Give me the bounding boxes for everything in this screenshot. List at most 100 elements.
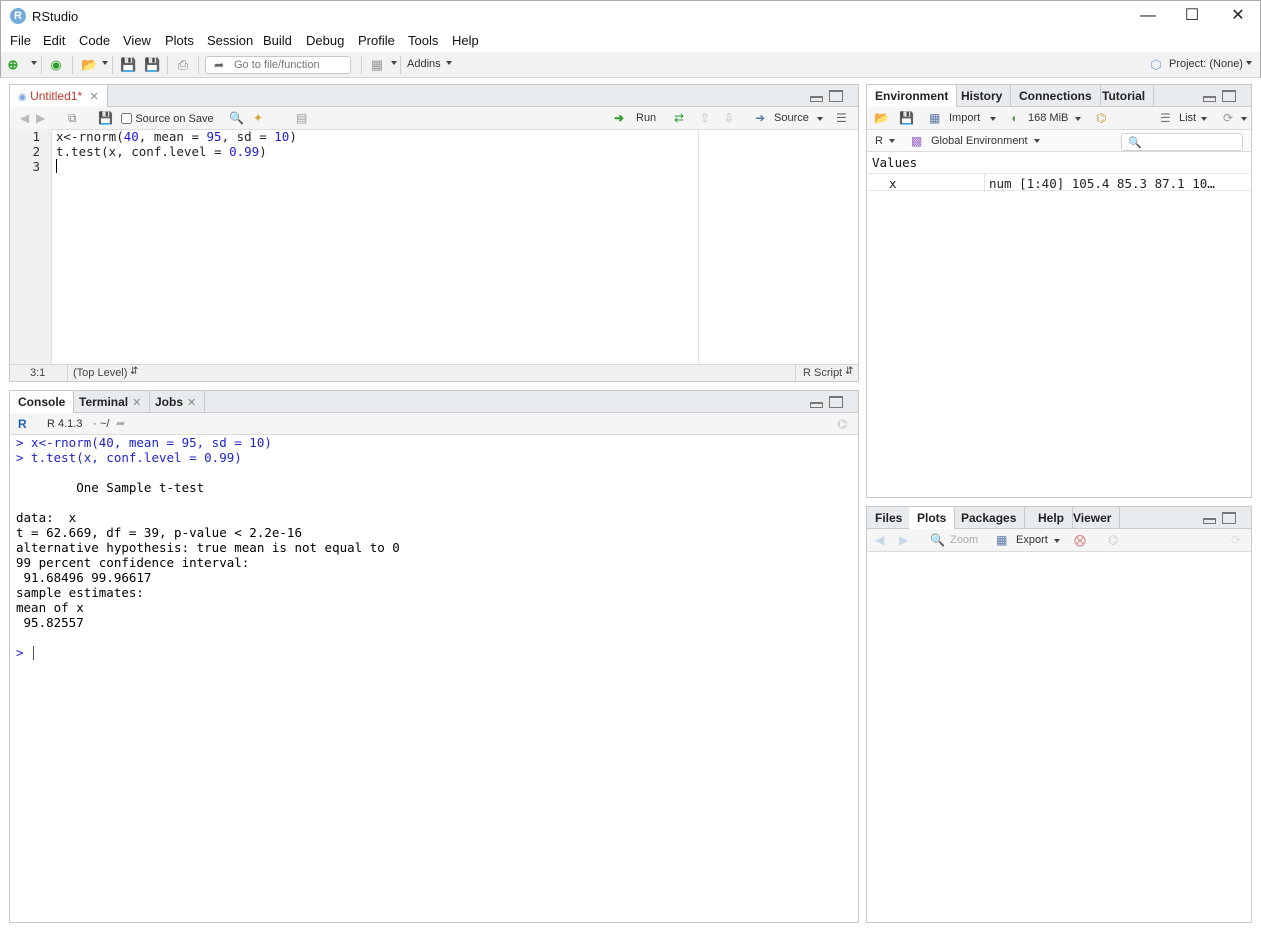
chevron-down-icon[interactable] — [446, 61, 452, 65]
chevron-down-icon[interactable] — [102, 61, 108, 65]
tab-viewer[interactable]: Viewer — [1065, 507, 1121, 529]
workspace-panes-icon[interactable]: ▦ — [369, 57, 385, 73]
chevron-down-icon[interactable] — [391, 61, 397, 65]
tab-environment[interactable]: Environment — [867, 85, 958, 108]
source-on-save-toggle[interactable]: Source on Save — [121, 111, 214, 127]
project-menu[interactable]: Project: (None) — [1169, 58, 1243, 70]
menu-plots[interactable]: Plots — [165, 33, 194, 48]
chevron-down-icon[interactable] — [1246, 61, 1252, 65]
chevron-down-icon[interactable] — [1075, 117, 1081, 121]
tab-terminal[interactable]: Terminal ✕ — [71, 391, 151, 413]
tab-tutorial[interactable]: Tutorial — [1094, 85, 1155, 107]
close-tab-icon[interactable]: ✕ — [89, 91, 98, 103]
minimize-pane-icon[interactable] — [810, 96, 823, 102]
working-directory[interactable]: ~/ — [100, 417, 109, 432]
magic-wand-icon[interactable]: ✦ — [253, 111, 263, 126]
minimize-pane-icon[interactable] — [1203, 518, 1216, 524]
export-button[interactable]: Export — [1016, 533, 1048, 548]
maximize-pane-icon[interactable] — [1222, 512, 1236, 524]
print-icon[interactable]: ⎙ — [175, 57, 191, 73]
chevron-down-icon[interactable] — [1054, 539, 1060, 543]
goto-file-search[interactable]: ➦ — [205, 56, 351, 74]
forward-arrow-icon[interactable]: ▶ — [36, 111, 45, 126]
new-file-icon[interactable]: ⊕ — [5, 57, 21, 73]
compile-report-icon[interactable]: ▤ — [296, 111, 307, 126]
clear-workspace-broom-icon[interactable]: ⌬ — [1096, 111, 1106, 126]
close-window-button[interactable]: ✕ — [1215, 1, 1261, 31]
filetype-selector[interactable]: R Script — [803, 367, 842, 379]
run-button[interactable]: Run — [636, 111, 656, 126]
source-on-save-checkbox[interactable] — [121, 113, 132, 124]
tab-connections[interactable]: Connections — [1011, 85, 1101, 107]
maximize-pane-icon[interactable] — [829, 396, 843, 408]
open-file-icon[interactable]: 📂 — [81, 57, 97, 73]
maximize-window-button[interactable]: ☐ — [1169, 1, 1215, 31]
tab-untitled1[interactable]: ◉ Untitled1* ✕ — [10, 85, 108, 108]
tab-history[interactable]: History — [953, 85, 1012, 107]
chevron-down-icon[interactable] — [889, 139, 895, 143]
back-arrow-icon[interactable]: ◀ — [20, 111, 29, 126]
view-mode-button[interactable]: List — [1179, 111, 1196, 126]
minimize-pane-icon[interactable] — [1203, 96, 1216, 102]
chevron-down-icon[interactable] — [31, 61, 37, 65]
environment-row[interactable]: x num [1:40] 105.4 85.3 87.1 10… — [868, 173, 1250, 192]
tab-console[interactable]: Console — [10, 391, 75, 414]
refresh-icon[interactable]: ⟳ — [1231, 533, 1241, 548]
show-in-window-icon[interactable]: ⧉ — [68, 111, 77, 126]
tab-files[interactable]: Files — [867, 507, 912, 529]
save-all-icon[interactable]: 💾 — [144, 57, 160, 73]
tab-packages[interactable]: Packages — [953, 507, 1026, 529]
previous-plot-icon[interactable]: ◀ — [875, 533, 884, 548]
next-plot-icon[interactable]: ▶ — [899, 533, 908, 548]
tab-jobs[interactable]: Jobs ✕ — [147, 391, 206, 413]
load-workspace-icon[interactable]: 📂 — [874, 111, 889, 126]
minimize-window-button[interactable]: — — [1125, 1, 1171, 31]
menu-view[interactable]: View — [123, 33, 151, 48]
chevron-down-icon[interactable] — [817, 117, 823, 121]
save-workspace-icon[interactable]: 💾 — [899, 111, 914, 126]
memory-usage-button[interactable]: 168 MiB — [1028, 111, 1068, 126]
source-button[interactable]: Source — [774, 111, 809, 126]
menu-build[interactable]: Build — [263, 33, 292, 48]
zoom-button[interactable]: Zoom — [950, 533, 978, 548]
chevron-down-icon[interactable] — [1241, 117, 1247, 121]
menu-file[interactable]: File — [10, 33, 31, 48]
menu-session[interactable]: Session — [207, 33, 253, 48]
menu-code[interactable]: Code — [79, 33, 110, 48]
up-arrow-icon[interactable]: ⇧ — [700, 111, 710, 126]
chevron-down-icon[interactable] — [990, 117, 996, 121]
menu-profile[interactable]: Profile — [358, 33, 395, 48]
import-dataset-button[interactable]: Import — [949, 111, 980, 126]
language-selector[interactable]: R — [875, 134, 883, 149]
goto-file-input[interactable] — [234, 58, 346, 72]
down-arrow-icon[interactable]: ⇩ — [724, 111, 734, 126]
clear-console-broom-icon[interactable]: ⌬ — [837, 417, 847, 432]
code-line[interactable]: t.test(x, conf.level = 0.99) — [56, 144, 267, 159]
save-icon[interactable]: 💾 — [98, 111, 113, 126]
tab-plots[interactable]: Plots — [909, 507, 956, 530]
maximize-pane-icon[interactable] — [1222, 90, 1236, 102]
remove-plot-icon[interactable]: ⨂ — [1074, 533, 1086, 548]
menu-tools[interactable]: Tools — [408, 33, 438, 48]
new-project-icon[interactable]: ◉ — [48, 57, 64, 73]
close-tab-icon[interactable]: ✕ — [132, 397, 141, 409]
document-outline-icon[interactable]: ☰ — [836, 111, 847, 126]
chevron-down-icon[interactable] — [1201, 117, 1207, 121]
chevron-down-icon[interactable] — [1034, 139, 1040, 143]
minimize-pane-icon[interactable] — [810, 402, 823, 408]
environment-search-input[interactable]: 🔍 — [1121, 133, 1243, 151]
goto-directory-icon[interactable]: ➦ — [116, 417, 125, 432]
environment-scope-selector[interactable]: Global Environment — [931, 134, 1028, 149]
maximize-pane-icon[interactable] — [829, 90, 843, 102]
menu-debug[interactable]: Debug — [306, 33, 344, 48]
menu-help[interactable]: Help — [452, 33, 479, 48]
menu-edit[interactable]: Edit — [43, 33, 65, 48]
close-tab-icon[interactable]: ✕ — [187, 397, 196, 409]
rerun-icon[interactable]: ⇄ — [674, 111, 684, 126]
code-line[interactable]: x<-rnorm(40, mean = 95, sd = 10) — [56, 129, 297, 144]
clear-plots-broom-icon[interactable]: ⌬ — [1108, 533, 1118, 548]
save-icon[interactable]: 💾 — [120, 57, 136, 73]
scope-selector[interactable]: (Top Level) — [73, 367, 127, 379]
search-icon[interactable]: 🔍 — [229, 111, 244, 126]
refresh-icon[interactable]: ⟳ — [1223, 111, 1233, 126]
